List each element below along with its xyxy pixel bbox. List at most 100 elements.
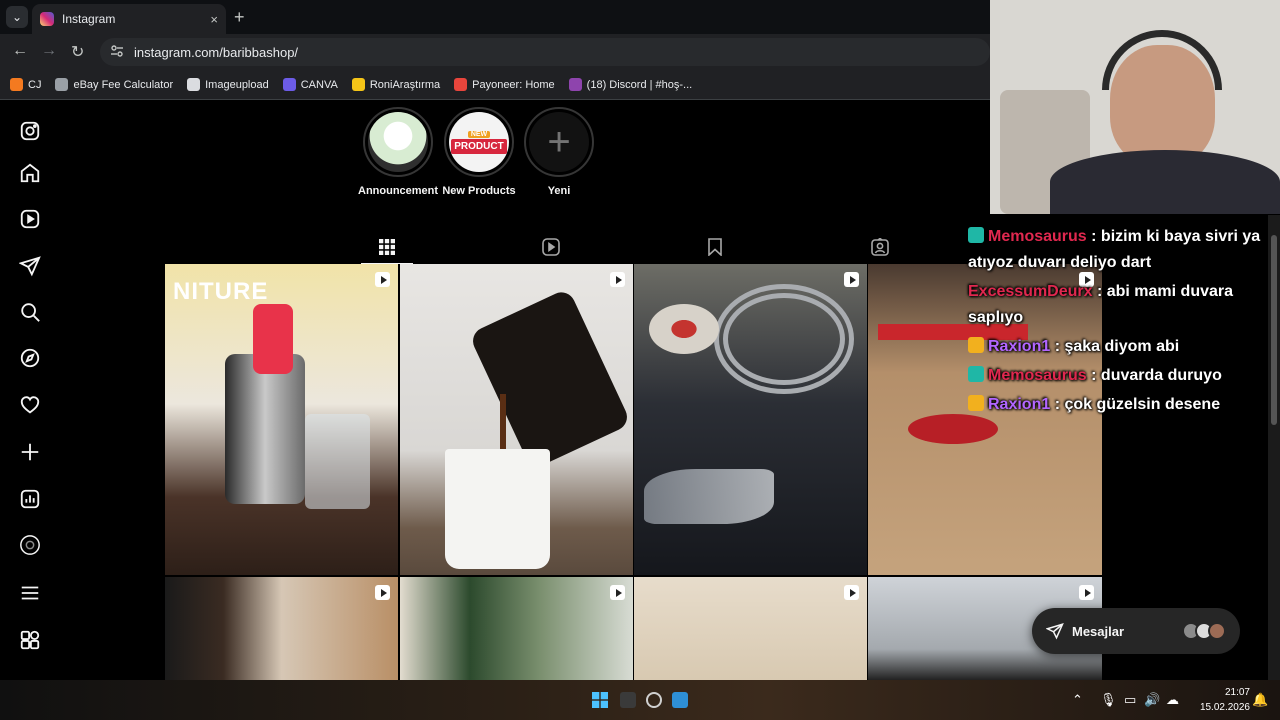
- profile-avatar-icon[interactable]: [19, 534, 41, 556]
- direct-message-icon: [1045, 622, 1064, 640]
- notifications-icon[interactable]: 🔔: [1252, 692, 1268, 708]
- coffee-stream: [500, 394, 506, 454]
- reload-button[interactable]: ↻: [71, 42, 84, 62]
- post-juicer[interactable]: NITURE: [165, 264, 398, 575]
- windows-taskbar: ⌃ 🎙 ▭ 🔊 ☁ 21:07 15.02.2026 🔔: [0, 680, 1280, 720]
- tab-posts[interactable]: [361, 230, 413, 264]
- site-info-icon[interactable]: [110, 44, 124, 61]
- microphone-icon[interactable]: 🎙: [1100, 692, 1117, 708]
- bookmark-item[interactable]: CANVA: [282, 78, 338, 91]
- tab-tagged[interactable]: [854, 230, 906, 264]
- explore-icon[interactable]: [19, 347, 41, 369]
- create-plus-icon[interactable]: [19, 441, 41, 463]
- posts-grid: NITURE: [165, 264, 1102, 680]
- chat-gg-badge-icon: [968, 366, 984, 382]
- post-row2-3[interactable]: [634, 577, 867, 680]
- highlight-announcement[interactable]: Announcement: [358, 107, 438, 197]
- highlight-new-products[interactable]: NEW PRODUCT New Products: [439, 107, 519, 197]
- tray-overflow-icon[interactable]: ⌃: [1072, 692, 1083, 708]
- webcam-shirt: [1050, 150, 1280, 214]
- close-tab-icon[interactable]: ×: [210, 12, 218, 27]
- also-from-meta-icon[interactable]: [19, 629, 41, 651]
- tab-saved[interactable]: [689, 230, 741, 264]
- chat-text: : çok güzelsin desene: [1054, 396, 1221, 413]
- url-text: instagram.com/baribbashop/: [134, 44, 299, 60]
- chat-gg-badge-icon: [968, 227, 984, 243]
- messages-icon[interactable]: [19, 255, 41, 277]
- hose-coil: [714, 284, 854, 394]
- chat-crown-badge-icon: [968, 395, 984, 411]
- bookmark-label: eBay Fee Calculator: [73, 78, 174, 91]
- post-row2-1[interactable]: [165, 577, 398, 680]
- chat-username: Raxion1: [988, 338, 1051, 355]
- highlight-new[interactable]: + Yeni: [519, 107, 599, 197]
- highlight-ring: NEW PRODUCT: [444, 107, 514, 177]
- scrollbar-thumb[interactable]: [1271, 235, 1277, 425]
- add-highlight-circle: +: [529, 112, 589, 172]
- reels-tab-icon: [542, 238, 560, 256]
- address-bar[interactable]: instagram.com/baribbashop/: [100, 38, 990, 66]
- profile-tabs: [165, 230, 1102, 264]
- chat-message: Memosaurus : duvarda duruyo: [968, 363, 1268, 389]
- home-icon[interactable]: [19, 162, 41, 184]
- chrome-taskbar-icon[interactable]: [646, 692, 662, 708]
- chat-text: : şaka diyom abi: [1054, 338, 1180, 355]
- bookmark-item[interactable]: RoniAraştırma: [351, 78, 440, 91]
- reel-indicator-icon: [844, 585, 859, 600]
- windows-start-icon[interactable]: [592, 692, 608, 708]
- network-icon[interactable]: ▭: [1124, 692, 1136, 708]
- highlight-label: New Products: [442, 185, 516, 197]
- tab-search-button[interactable]: ⌄: [6, 6, 28, 28]
- chat-message: Memosaurus : bizim ki baya sivri ya atıy…: [968, 224, 1268, 276]
- highlight-label: Announcement: [358, 185, 439, 197]
- brush-disc: [649, 304, 719, 354]
- reel-indicator-icon: [844, 272, 859, 287]
- post-row2-2[interactable]: [400, 577, 633, 680]
- reels-icon[interactable]: [19, 208, 41, 230]
- system-clock[interactable]: 21:07 15.02.2026: [1194, 685, 1250, 715]
- bookmark-item[interactable]: eBay Fee Calculator: [55, 78, 173, 91]
- steam-taskbar-icon[interactable]: [672, 692, 688, 708]
- chat-username: Memosaurus: [988, 228, 1087, 245]
- search-icon[interactable]: [19, 301, 41, 323]
- announcement-thumbnail: [368, 112, 428, 172]
- bookmark-icon: [708, 238, 722, 256]
- post-car-hose[interactable]: [634, 264, 867, 575]
- onedrive-icon[interactable]: ☁: [1166, 692, 1179, 708]
- notifications-heart-icon[interactable]: [19, 394, 41, 416]
- new-tab-button[interactable]: +: [234, 7, 245, 28]
- webcam-overlay: [990, 0, 1280, 214]
- taskbar-app-icon[interactable]: [620, 692, 636, 708]
- chat-message: ExcessumDeurx : abi mami duvara saplıyo: [968, 279, 1268, 331]
- bookmark-item[interactable]: CJ: [10, 78, 41, 91]
- juicer-pitcher: [305, 414, 370, 509]
- volume-icon[interactable]: 🔊: [1144, 692, 1160, 708]
- reel-indicator-icon: [1079, 585, 1094, 600]
- bookmark-item[interactable]: (18) Discord | #hoş-...: [568, 78, 692, 91]
- dashboard-icon[interactable]: [19, 488, 41, 510]
- chat-message: Raxion1 : şaka diyom abi: [968, 334, 1268, 360]
- bookmark-favicon-icon: [187, 78, 201, 91]
- highlight-label: Yeni: [547, 185, 571, 197]
- grid-icon: [379, 238, 395, 255]
- post-french-press[interactable]: [400, 264, 633, 575]
- messages-label: Mesajlar: [1072, 623, 1125, 639]
- reel-indicator-icon: [610, 585, 625, 600]
- more-menu-icon[interactable]: [19, 582, 41, 604]
- bookmark-favicon-icon: [454, 78, 468, 91]
- instagram-logo-icon[interactable]: [19, 120, 41, 142]
- bookmark-label: Imageupload: [205, 78, 269, 91]
- reel-indicator-icon: [610, 272, 625, 287]
- messages-button[interactable]: Mesajlar: [1032, 608, 1240, 654]
- back-button[interactable]: ←: [12, 42, 28, 60]
- forward-button[interactable]: →: [41, 42, 57, 60]
- bookmark-favicon-icon: [10, 78, 23, 91]
- tab-reels[interactable]: [525, 230, 577, 264]
- bookmark-item[interactable]: Payoneer: Home: [454, 78, 555, 91]
- stream-chat-overlay: Memosaurus : bizim ki baya sivri ya atıy…: [968, 224, 1268, 421]
- page-scrollbar[interactable]: [1268, 215, 1280, 680]
- chat-message: Raxion1 : çok güzelsin desene: [968, 392, 1268, 418]
- webcam-headset: [1102, 30, 1222, 90]
- tab-instagram[interactable]: Instagram ×: [32, 4, 226, 34]
- bookmark-item[interactable]: Imageupload: [187, 78, 269, 91]
